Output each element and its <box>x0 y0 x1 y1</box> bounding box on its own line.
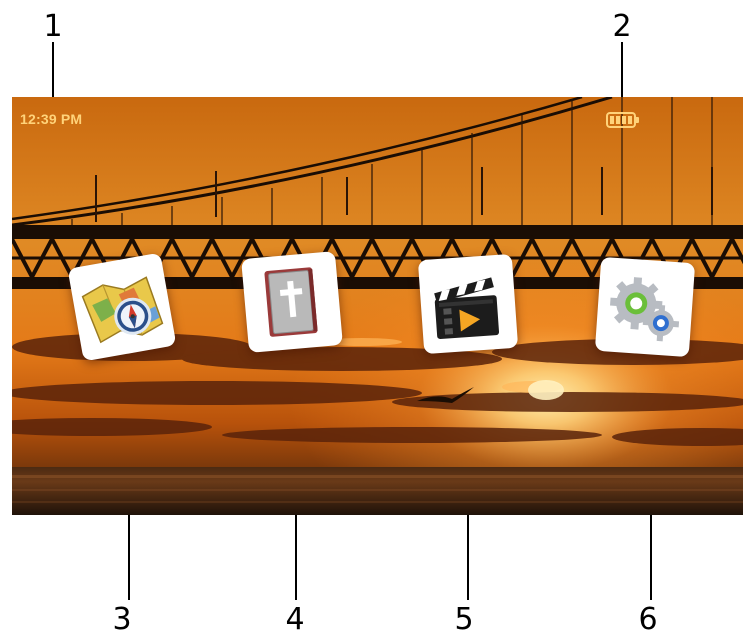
callout-4-label: 4 <box>285 602 305 637</box>
callout-5: 5 <box>444 600 484 640</box>
video-app-button[interactable] <box>417 253 519 355</box>
callout-1: 1 <box>33 7 73 47</box>
callout-2: 2 <box>602 7 642 47</box>
bible-book-icon <box>264 267 318 337</box>
callout-6: 6 <box>628 600 668 640</box>
callout-5-label: 5 <box>454 602 474 637</box>
video-clapperboard-icon <box>434 277 500 340</box>
callout-1-label: 1 <box>43 9 63 44</box>
device-screen: 12:39 PM <box>12 97 743 515</box>
settings-app-button[interactable] <box>594 256 696 358</box>
map-compass-icon <box>81 276 164 344</box>
callout-3: 3 <box>102 600 142 640</box>
status-clock: 12:39 PM <box>20 111 83 127</box>
settings-gears-icon <box>610 277 680 342</box>
callout-3-label: 3 <box>112 602 132 637</box>
callout-2-label: 2 <box>612 9 632 44</box>
map-app-button[interactable] <box>67 252 177 362</box>
bible-app-button[interactable] <box>241 251 343 353</box>
battery-full-icon <box>606 112 639 128</box>
callout-6-label: 6 <box>638 602 658 637</box>
callout-4: 4 <box>275 600 315 640</box>
